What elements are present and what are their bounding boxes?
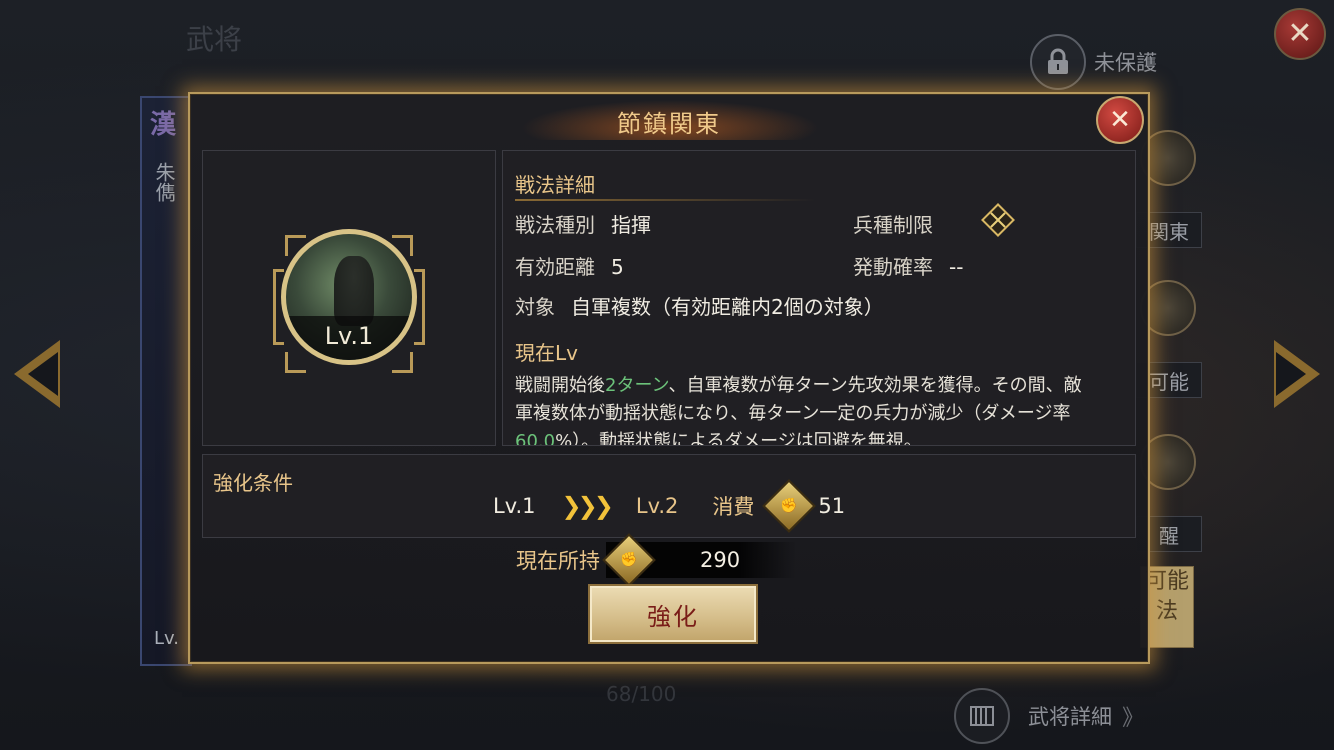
to-level: Lv.2 (635, 494, 679, 518)
range-value: 5 (611, 255, 624, 279)
current-level-section: 現在Lv 戦闘開始後2ターン、自軍複数が毎ターン先攻効果を獲得。その間、敵軍複数… (515, 337, 1115, 446)
skill-icon-panel: Lv.1 (202, 150, 496, 446)
enhance-condition-panel: 強化条件 Lv.1 ❯❯❯ Lv.2 消費 ✊ 51 (202, 454, 1136, 538)
bg-general-lv: Lv. (154, 628, 180, 649)
skill-icon-frame: Lv.1 (273, 229, 425, 377)
next-arrow-icon[interactable] (1274, 340, 1320, 408)
arms-limit-row: 兵種制限 (853, 209, 933, 238)
prev-arrow-icon[interactable] (14, 340, 60, 408)
cost-value: 51 (818, 494, 846, 518)
protect-toggle[interactable]: 未保護 (1030, 34, 1157, 90)
lock-label: 未保護 (1094, 51, 1157, 75)
trigger-rate-value: -- (949, 255, 964, 279)
chevron-right-icon: 》 (1122, 706, 1145, 731)
bg-faction-glyph: 漢 (150, 110, 177, 140)
general-detail-label: 武将詳細 (1028, 705, 1112, 729)
holding-bar: ✊ 290 (602, 533, 796, 587)
condition-title: 強化条件 (213, 471, 293, 495)
detail-heading: 戦法詳細 (515, 173, 595, 197)
skill-detail-panel: 戦法詳細 戦法種別 指揮 兵種制限 有効距離 5 発動確率 -- 対象 自軍複数（有効距… (502, 150, 1136, 446)
skill-type-row: 戦法種別 指揮 (515, 209, 651, 238)
damage-rate-highlight: 60.0 (515, 431, 556, 446)
holding-label: 現在所持 (516, 549, 600, 573)
lock-icon (1030, 34, 1086, 90)
target-key: 対象 (515, 295, 555, 319)
range-key: 有効距離 (515, 255, 595, 279)
enhance-button[interactable]: 強化 (588, 584, 758, 644)
current-level-description: 戦闘開始後2ターン、自軍複数が毎ターン先攻効果を獲得。その間、敵軍複数体が動揺状… (515, 372, 1095, 446)
dialog-close-button[interactable]: ✕ (1096, 96, 1144, 144)
heading-divider (515, 199, 815, 201)
range-row: 有効距離 5 (515, 251, 624, 280)
screen-close-button[interactable]: ✕ (1274, 8, 1326, 60)
skill-enhance-dialog: 節鎮関東 ✕ Lv.1 戦法詳細 戦法種別 指揮 兵種制限 有効距離 5 発動確… (188, 92, 1150, 664)
close-icon: ✕ (1287, 16, 1313, 51)
triple-chevron-icon: ❯❯❯ (561, 492, 614, 520)
bg-general-name: 朱儁 (152, 162, 176, 202)
condition-row: Lv.1 ❯❯❯ Lv.2 消費 ✊ 51 (493, 479, 846, 533)
skill-type-key: 戦法種別 (515, 213, 595, 237)
trigger-rate-row: 発動確率 -- (853, 251, 963, 280)
arms-limit-key: 兵種制限 (853, 213, 933, 237)
turns-highlight: 2ターン (605, 375, 669, 396)
bg-tab-title: 武将 (186, 23, 243, 56)
target-row: 対象 自軍複数（有効距離内2個の対象） (515, 291, 884, 320)
dialog-title: 節鎮関東 (617, 110, 721, 138)
book-icon (954, 688, 1010, 744)
current-level-title: 現在Lv (515, 341, 578, 365)
general-detail-button[interactable]: 武将詳細 》 (954, 688, 1144, 744)
cost-label: 消費 (712, 495, 755, 519)
close-icon: ✕ (1109, 105, 1131, 135)
skill-level: Lv.1 (286, 316, 412, 360)
fist-token-icon: ✊ (602, 533, 656, 587)
target-value: 自軍複数（有効距離内2個の対象） (571, 295, 884, 319)
fist-token-icon: ✊ (762, 479, 817, 533)
skill-type-value: 指揮 (611, 213, 651, 237)
bg-counter: 68/100 (606, 682, 677, 706)
skill-portrait-icon: Lv.1 (281, 229, 417, 365)
arms-type-icon (981, 203, 1015, 237)
holding-row: 現在所持 ✊ 290 (516, 533, 796, 587)
holding-value: 290 (700, 548, 741, 572)
from-level: Lv.1 (493, 494, 536, 518)
trigger-rate-key: 発動確率 (853, 255, 933, 279)
